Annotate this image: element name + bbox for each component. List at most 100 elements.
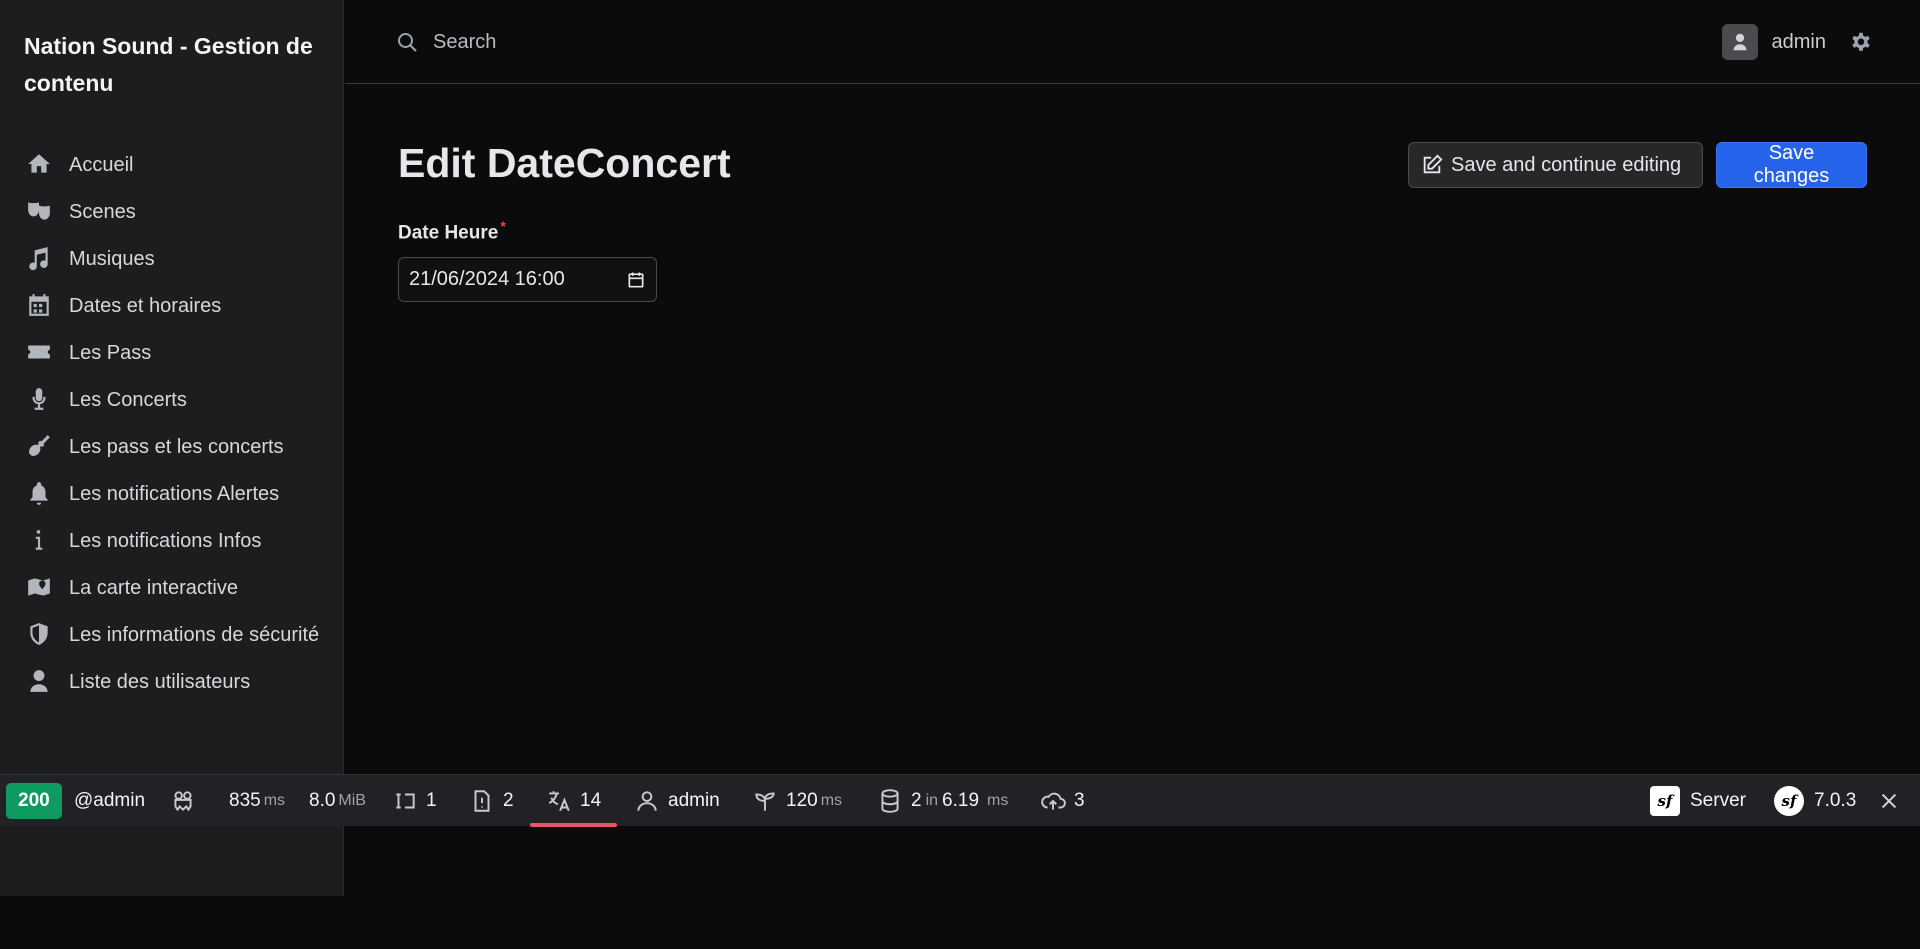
cloud-upload-icon: [1041, 792, 1066, 810]
translate-icon: [548, 791, 570, 812]
user-menu[interactable]: admin: [1721, 24, 1874, 60]
save-and-continue-button[interactable]: Save and continue editing: [1408, 142, 1703, 188]
sidebar-menu: Accueil Scenes Musiques Dates et horaire…: [0, 142, 344, 706]
search-input[interactable]: [433, 30, 733, 54]
validator-count: 2: [503, 790, 514, 811]
sidebar-item-label: Les informations de sécurité: [69, 624, 320, 646]
date-heure-input[interactable]: 21/06/2024 16:00: [398, 257, 657, 302]
memory-item[interactable]: 8.0 MiB: [309, 775, 366, 827]
sidebar-item-concerts[interactable]: Les Concerts: [0, 377, 344, 424]
user-avatar-icon: [1733, 33, 1746, 51]
sidebar-item-label: La carte interactive: [69, 577, 238, 599]
user-icon: [24, 667, 54, 694]
server-label: Server: [1690, 790, 1746, 811]
music-icon: [24, 244, 54, 271]
sprout-icon: [755, 792, 775, 811]
calendar-icon: [24, 291, 54, 318]
page-title: Edit DateConcert: [398, 140, 731, 186]
date-heure-value[interactable]: 21/06/2024 16:00: [409, 268, 626, 291]
http-client-count: 3: [1074, 790, 1085, 811]
file-alert-icon: [474, 790, 490, 812]
database-icon: [881, 789, 899, 813]
database-item[interactable]: 2 in 6.19 ms: [877, 775, 1008, 827]
user-name[interactable]: admin: [1772, 31, 1826, 54]
db-in: in: [925, 792, 939, 809]
route-name: @admin: [74, 790, 146, 811]
symfony-debug-toolbar: 200 @admin 835 ms 8.0 MiB 1 2 14 admin 120…: [0, 774, 1920, 827]
sidebar-item-infos[interactable]: Les notifications Infos: [0, 518, 344, 565]
user-outline-icon: [637, 791, 657, 811]
twig-value: 120: [786, 790, 818, 811]
sidebar-item-pass-concerts[interactable]: Les pass et les concerts: [0, 424, 344, 471]
sidebar-item-label: Musiques: [69, 248, 155, 270]
required-mark: *: [500, 218, 506, 234]
status-code: 200: [18, 790, 50, 811]
db-queries: 2: [911, 790, 922, 811]
microphone-icon: [24, 385, 54, 412]
edit-icon: [1423, 154, 1443, 174]
symfony-version-item[interactable]: sf 7.0.3: [1774, 775, 1856, 827]
gear-icon[interactable]: [1848, 29, 1874, 55]
shield-icon: [24, 620, 54, 647]
security-user-item[interactable]: admin: [634, 775, 720, 827]
search-box[interactable]: [395, 26, 733, 58]
sidebar-item-utilisateurs[interactable]: Liste des utilisateurs: [0, 659, 344, 706]
route-item[interactable]: @admin: [74, 775, 145, 827]
sidebar-item-alertes[interactable]: Les notifications Alertes: [0, 471, 344, 518]
http-client-item[interactable]: 3: [1040, 775, 1085, 827]
calendar-picker-icon[interactable]: [626, 270, 646, 290]
sidebar-item-label: Liste des utilisateurs: [69, 671, 251, 693]
ticket-icon: [24, 338, 54, 365]
sidebar-item-label: Les pass et les concerts: [69, 436, 284, 458]
validator-item[interactable]: 2: [469, 775, 514, 827]
sidebar-item-pass[interactable]: Les Pass: [0, 330, 344, 377]
memory-value: 8.0: [309, 790, 336, 811]
symfony-version: 7.0.3: [1814, 790, 1857, 811]
home-icon: [24, 150, 54, 177]
page-bottom: [0, 896, 1920, 949]
app-brand[interactable]: Nation Sound - Gestion de contenu: [24, 28, 324, 102]
save-changes-label: Save changes: [1753, 142, 1830, 187]
info-icon: [24, 526, 54, 553]
sidebar: Nation Sound - Gestion de contenu Accuei…: [0, 0, 344, 896]
db-unit: ms: [987, 792, 1009, 809]
sidebar-item-label: Les notifications Alertes: [69, 483, 280, 505]
date-heure-label: Date Heure *: [398, 218, 506, 244]
time-item[interactable]: 835 ms: [229, 775, 285, 827]
form-icon: [396, 793, 415, 809]
sidebar-item-musiques[interactable]: Musiques: [0, 236, 344, 283]
security-user: admin: [668, 790, 720, 811]
db-time: 6.19: [942, 790, 980, 811]
theater-masks-icon: [24, 197, 54, 224]
forms-item[interactable]: 1: [392, 775, 437, 827]
translation-count: 14: [580, 790, 602, 811]
sidebar-item-dates[interactable]: Dates et horaires: [0, 283, 344, 330]
map-icon: [24, 573, 54, 600]
sidebar-item-label: Scenes: [69, 201, 136, 223]
sidebar-item-label: Les notifications Infos: [69, 530, 262, 552]
sidebar-item-securite[interactable]: Les informations de sécurité: [0, 612, 344, 659]
guitar-icon: [24, 432, 54, 459]
sidebar-item-label: Accueil: [69, 154, 134, 176]
close-icon: [1881, 793, 1897, 809]
server-item[interactable]: sf Server: [1650, 775, 1746, 827]
translation-item[interactable]: 14: [530, 775, 618, 827]
time-value: 835: [229, 790, 261, 811]
sidebar-item-accueil[interactable]: Accueil: [0, 142, 344, 189]
close-toolbar-button[interactable]: [1878, 775, 1900, 827]
forms-count: 1: [426, 790, 437, 811]
ghost-icon[interactable]: [170, 775, 196, 827]
time-unit: ms: [263, 792, 286, 809]
twig-item[interactable]: 120 ms: [752, 775, 842, 827]
avatar[interactable]: [1721, 24, 1758, 60]
save-changes-button[interactable]: Save changes: [1716, 142, 1867, 188]
sidebar-item-label: Dates et horaires: [69, 295, 222, 317]
sidebar-item-label: Les Pass: [69, 342, 152, 364]
topbar: admin: [345, 0, 1920, 84]
status-code-badge[interactable]: 200: [6, 783, 62, 819]
save-and-continue-label: Save and continue editing: [1451, 153, 1682, 176]
sidebar-item-scenes[interactable]: Scenes: [0, 189, 344, 236]
search-icon: [398, 33, 417, 52]
bell-icon: [24, 479, 54, 506]
sidebar-item-carte[interactable]: La carte interactive: [0, 565, 344, 612]
